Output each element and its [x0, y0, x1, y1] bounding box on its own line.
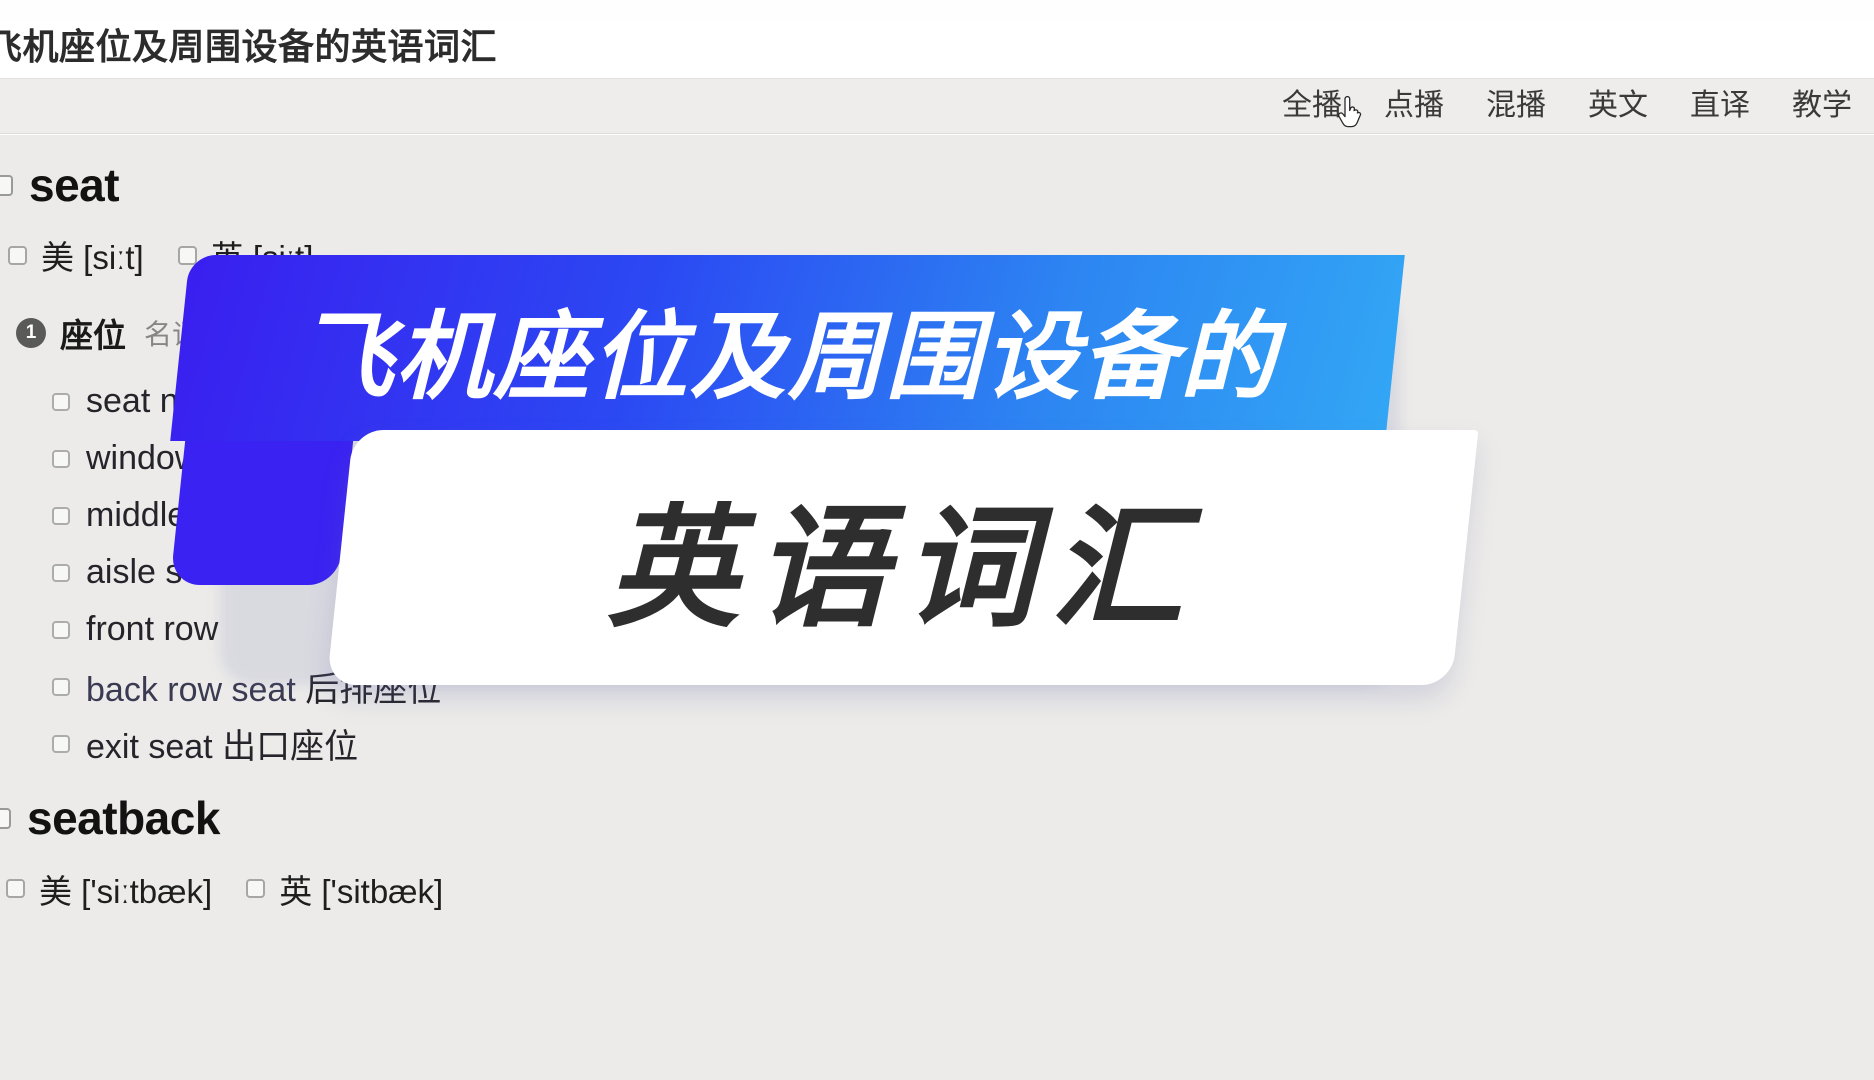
- app-window: 飞机座位及周围设备的英语词汇 全播 点播 混播 英文 直译 教学 seat 美 …: [0, 0, 1874, 1080]
- phonetic-uk-label-seatback: 英 ['sitbæk]: [279, 865, 443, 913]
- phrase-en-exit-seat: exit seat: [86, 728, 213, 767]
- word-list-content: seat 美 [siːt] 英 [siːt] 1 座位 名词 (n.) seat…: [0, 135, 1874, 1080]
- nav-item-hunbo[interactable]: 混播: [1486, 91, 1546, 121]
- phonetic-uk-checkbox-seat[interactable]: [177, 245, 197, 265]
- phonetic-uk-seat[interactable]: 英 [siːt]: [177, 231, 314, 279]
- phonetic-us-seat[interactable]: 美 [siːt]: [8, 231, 144, 279]
- headword-text-seat: seat: [29, 159, 120, 211]
- phonetic-uk-checkbox-seatback[interactable]: [246, 879, 266, 899]
- headword-row-seatback[interactable]: seatback: [0, 792, 1874, 845]
- page-title: 飞机座位及周围设备的英语词汇: [0, 26, 498, 67]
- headword-text-seatback: seatback: [27, 792, 220, 845]
- phonetic-us-ipa-seatback: ['siːtbæk]: [81, 872, 213, 910]
- phonetic-us-ipa-seat: [siːt]: [83, 239, 144, 277]
- phonetic-us-label-seatback: 美 ['siːtbæk]: [39, 865, 212, 913]
- nav-item-yingwen[interactable]: 英文: [1588, 91, 1648, 121]
- nav-item-jiaoxue[interactable]: 教学: [1792, 91, 1852, 121]
- phonetic-row-seatback: 美 ['siːtbæk] 英 ['sitbæk]: [0, 865, 1874, 913]
- phrase-row-front-row-seat[interactable]: front row: [52, 601, 1874, 658]
- headword-checkbox-seat[interactable]: [0, 174, 13, 196]
- nav-item-zhiyi[interactable]: 直译: [1690, 91, 1750, 121]
- phrase-row-middle-seat[interactable]: middle: [52, 487, 1874, 544]
- phrase-list: seat num window middle aisle s front row: [0, 373, 1874, 772]
- phrase-en-back-row-seat: back row seat: [86, 671, 296, 710]
- phrase-text-seat-number: seat num: [86, 382, 226, 421]
- phonetic-uk-label-seat: 英 [siːt]: [211, 231, 314, 279]
- phrase-text-front-row-seat: front row: [86, 610, 219, 649]
- phonetic-us-checkbox-seatback[interactable]: [6, 879, 25, 899]
- phrase-row-window-seat[interactable]: window: [52, 430, 1874, 487]
- phrase-text-aisle-seat: aisle s: [86, 553, 183, 592]
- phrase-text-window-seat: window: [86, 439, 200, 478]
- sense-number-badge: 1: [16, 318, 46, 349]
- nav-bar: 全播 点播 混播 英文 直译 教学: [0, 78, 1874, 134]
- phrase-checkbox-window-seat[interactable]: [52, 449, 70, 468]
- sense-part-of-speech: 名词 (n.): [144, 319, 250, 351]
- nav-item-quanbo[interactable]: 全播: [1282, 91, 1342, 121]
- phonetic-uk-ipa-seatback: ['sitbæk]: [321, 872, 444, 910]
- phonetic-uk-region-seatback: 英: [279, 872, 313, 910]
- sense-row-1: 1 座位 名词 (n.): [0, 309, 1874, 357]
- phrase-text-middle-seat: middle: [86, 496, 187, 535]
- phrase-row-aisle-seat[interactable]: aisle s: [52, 544, 1874, 601]
- phrase-text-back-row-seat: back row seat 后排座位: [86, 662, 441, 711]
- phrase-row-seat-number[interactable]: seat num: [52, 373, 1874, 430]
- phrase-row-exit-seat[interactable]: exit seat 出口座位: [52, 715, 1874, 772]
- phonetic-us-label-seat: 美 [siːt]: [41, 231, 144, 279]
- phrase-checkbox-front-row-seat[interactable]: [52, 620, 70, 639]
- phrase-checkbox-back-row-seat[interactable]: [52, 677, 70, 696]
- sense-definition: 座位: [60, 317, 126, 355]
- phrase-checkbox-middle-seat[interactable]: [52, 506, 70, 525]
- phonetic-row-seat: 美 [siːt] 英 [siːt]: [0, 231, 1874, 279]
- phrase-text-exit-seat: exit seat 出口座位: [86, 719, 358, 768]
- phonetic-us-checkbox-seat[interactable]: [8, 245, 27, 265]
- entry-seatback: seatback 美 ['siːtbæk] 英 ['sitbæk]: [0, 794, 1874, 912]
- phrase-checkbox-aisle-seat[interactable]: [52, 563, 70, 582]
- phonetic-us-region-seatback: 美: [39, 872, 72, 910]
- phrase-checkbox-seat-number[interactable]: [52, 392, 70, 411]
- phrase-row-back-row-seat[interactable]: back row seat 后排座位: [52, 658, 1874, 715]
- phrase-cn-back-row-seat: 后排座位: [305, 671, 442, 710]
- headword-checkbox-seatback[interactable]: [0, 807, 11, 829]
- phrase-cn-exit-seat: 出口座位: [222, 728, 359, 767]
- phonetic-us-seatback[interactable]: 美 ['siːtbæk]: [6, 865, 212, 913]
- phrase-checkbox-exit-seat[interactable]: [52, 734, 70, 753]
- entry-seat: seat 美 [siːt] 英 [siːt] 1 座位 名词 (n.) seat…: [0, 135, 1874, 772]
- nav-item-dianbo[interactable]: 点播: [1384, 91, 1444, 121]
- headword-row-seat[interactable]: seat: [0, 161, 1874, 209]
- phonetic-uk-region-seat: 英: [210, 239, 244, 277]
- top-strip: [0, 0, 1874, 20]
- phonetic-us-region-seat: 美: [41, 239, 74, 277]
- phonetic-uk-seatback[interactable]: 英 ['sitbæk]: [246, 865, 443, 913]
- phonetic-uk-ipa-seat: [siːt]: [252, 239, 314, 277]
